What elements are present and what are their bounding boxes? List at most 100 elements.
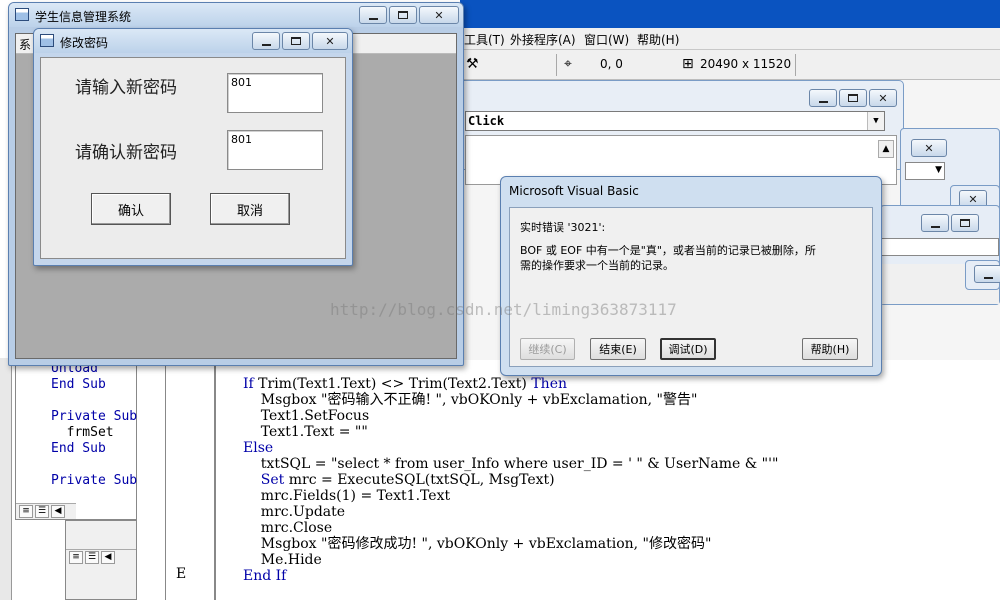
ide-title-bar	[460, 0, 1000, 28]
maximize-button[interactable]	[282, 32, 310, 50]
pwd-title-bar[interactable]: 修改密码 ✕	[34, 29, 352, 53]
minimize-button[interactable]	[252, 32, 280, 50]
menu-help[interactable]: 帮助(H)	[637, 31, 679, 48]
size-readout: 20490 x 11520	[700, 57, 792, 71]
code-text: Msgbox "密码修改成功! ", vbOKOnly + vbExclamat…	[243, 536, 712, 552]
menu-window[interactable]: 窗口(W)	[584, 31, 629, 48]
code-keyword: Set	[243, 472, 289, 488]
code-keyword: Else	[243, 440, 274, 456]
change-password-window: 修改密码 ✕ 请输入新密码 801 请确认新密码 801 确认 取消	[33, 28, 353, 266]
new-password-input[interactable]: 801	[227, 73, 323, 113]
left-strip	[0, 358, 12, 600]
app-icon	[15, 8, 29, 21]
code-lines: If Trim(Text1.Text) <> Trim(Text2.Text) …	[243, 376, 778, 584]
code-text: mrc.Update	[243, 504, 346, 520]
view-toggle-bar: ≡ ☰ ◀	[16, 503, 76, 519]
toolbox-icon[interactable]: ⚒	[466, 56, 479, 72]
code-line: Set mrc = ExecuteSQL(txtSQL, MsgText)	[243, 472, 778, 488]
position-readout: 0, 0	[600, 57, 623, 71]
ok-button[interactable]: 确认	[91, 193, 171, 225]
debug-button[interactable]: 调试(D)	[660, 338, 716, 360]
code-editor[interactable]: If Trim(Text1.Text) <> Trim(Text2.Text) …	[215, 360, 1000, 600]
maximize-button[interactable]	[389, 6, 417, 24]
scroll-left-icon[interactable]: ◀	[101, 551, 115, 564]
main-window-title: 学生信息管理系统	[35, 10, 132, 24]
project-pane-b: ≡ ☰ ◀	[65, 520, 137, 600]
background-window	[880, 205, 1000, 305]
close-icon[interactable]: ✕	[911, 139, 947, 157]
code-line: Else	[243, 440, 778, 456]
size-icon: ⊞	[682, 56, 694, 72]
continue-button[interactable]: 继续(C)	[520, 338, 575, 360]
main-menu-first[interactable]: 系	[19, 36, 31, 53]
full-module-view-icon[interactable]: ☰	[35, 505, 49, 518]
scroll-up-icon[interactable]: ▲	[878, 140, 894, 158]
combo-box[interactable]	[881, 238, 999, 256]
code-line: txtSQL = "select * from user_Info where …	[243, 456, 779, 472]
close-button[interactable]: ✕	[312, 32, 348, 50]
mid-strip: E	[165, 358, 215, 600]
code-line: Msgbox "密码输入不正确! ", vbOKOnly + vbExclama…	[243, 392, 778, 408]
procedure-view-icon[interactable]: ≡	[19, 505, 33, 518]
end-button[interactable]: 结束(E)	[590, 338, 646, 360]
procedure-combo[interactable]: Click ▼	[465, 111, 885, 131]
error-dialog-title: Microsoft Visual Basic	[509, 184, 639, 198]
code-text: mrc.Fields(1) = Text1.Text	[243, 488, 451, 504]
pwd-window-title: 修改密码	[60, 36, 109, 50]
vb-error-dialog: Microsoft Visual Basic 实时错误 '3021': BOF …	[500, 176, 882, 376]
chevron-down-icon: ▼	[935, 165, 942, 175]
combo-box[interactable]: ▼	[905, 162, 945, 180]
error-client-area: 实时错误 '3021': BOF 或 EOF 中有一个是"真"，或者当前的记录已…	[509, 207, 873, 367]
code-line: Text1.SetFocus	[243, 408, 778, 424]
code-keyword: If	[243, 376, 259, 392]
help-button[interactable]: 帮助(H)	[802, 338, 858, 360]
code-text: Text1.Text = ""	[243, 424, 368, 440]
view-toggle-bar: ≡ ☰ ◀	[66, 549, 136, 565]
close-button[interactable]: ✕	[869, 89, 897, 107]
maximize-button[interactable]	[839, 89, 867, 107]
code-text: Trim(Text1.Text) <> Trim(Text2.Text)	[258, 376, 532, 392]
scroll-left-icon[interactable]: ◀	[51, 505, 65, 518]
procedure-value: Click	[468, 114, 505, 128]
minimize-button[interactable]	[974, 265, 1000, 283]
code-text: Msgbox "密码输入不正确! ", vbOKOnly + vbExclama…	[243, 392, 698, 408]
code-text: mrc.Close	[243, 520, 333, 536]
maximize-button[interactable]	[951, 214, 979, 232]
menu-addins[interactable]: 外接程序(A)	[510, 31, 576, 48]
code-line: mrc.Fields(1) = Text1.Text	[243, 488, 778, 504]
code-text: mrc = ExecuteSQL(txtSQL, MsgText)	[288, 472, 555, 488]
minimize-button[interactable]	[921, 214, 949, 232]
mid-strip-letter: E	[176, 566, 187, 582]
cancel-button[interactable]: 取消	[210, 193, 290, 225]
watermark: http://blog.csdn.net/liming363873117	[330, 300, 677, 319]
code-keyword: Then	[531, 376, 567, 392]
code-line: Text1.Text = ""	[243, 424, 778, 440]
menu-tools[interactable]: 工具(T)	[464, 31, 505, 48]
code-line: End If	[243, 568, 778, 584]
minimize-button[interactable]	[809, 89, 837, 107]
chevron-down-icon[interactable]: ▼	[867, 112, 884, 130]
error-message-line2: 需的操作要求一个当前的记录。	[520, 259, 674, 272]
pwd-client-area: 请输入新密码 801 请确认新密码 801 确认 取消	[40, 57, 346, 259]
error-code-text: 实时错误 '3021':	[520, 221, 606, 234]
full-module-view-icon[interactable]: ☰	[85, 551, 99, 564]
code-line: mrc.Close	[243, 520, 778, 536]
code-text: Text1.SetFocus	[243, 408, 370, 424]
new-password-label: 请输入新密码	[75, 78, 177, 98]
code-keyword: End If	[243, 568, 287, 584]
code-text: Me.Hide	[243, 552, 322, 568]
main-title-bar[interactable]: 学生信息管理系统 ✕	[9, 3, 463, 27]
code-line: mrc.Update	[243, 504, 778, 520]
form-icon	[40, 34, 54, 47]
confirm-password-input[interactable]: 801	[227, 130, 323, 170]
ide-toolbar: ⚒ ⌖ 0, 0 ⊞ 20490 x 11520	[460, 50, 1000, 80]
minimize-button[interactable]	[359, 6, 387, 24]
left-code: Unload End Sub Private Sub frmSet End Su…	[51, 361, 138, 488]
ide-menubar: 工具(T) 外接程序(A) 窗口(W) 帮助(H)	[460, 28, 1000, 50]
code-line: Me.Hide	[243, 552, 778, 568]
procedure-view-icon[interactable]: ≡	[69, 551, 83, 564]
background-window	[965, 260, 1000, 290]
code-line: If Trim(Text1.Text) <> Trim(Text2.Text) …	[243, 376, 778, 392]
close-button[interactable]: ✕	[419, 6, 459, 24]
code-text: txtSQL = "select * from user_Info where …	[243, 456, 779, 472]
